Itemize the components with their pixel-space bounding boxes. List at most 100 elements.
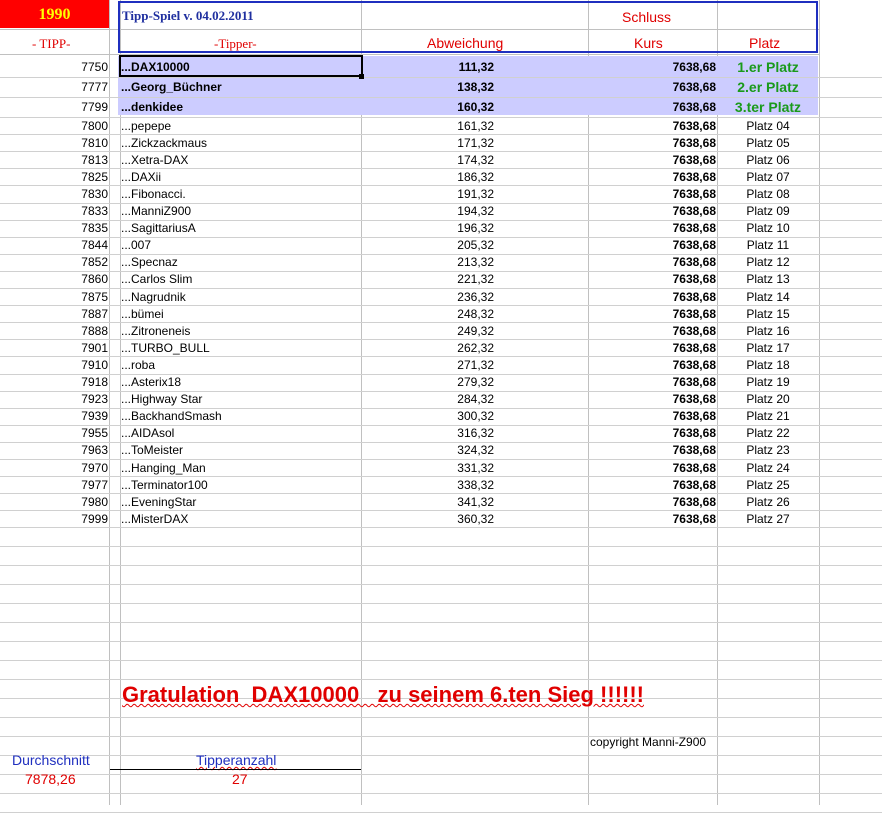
- table-row[interactable]: 7887 ...bümei 248,32 7638,68 Platz 15: [0, 305, 820, 322]
- platz-cell[interactable]: 1.er Platz: [718, 57, 818, 77]
- table-row[interactable]: 7999 ...MisterDAX 360,32 7638,68 Platz 27: [0, 510, 820, 527]
- platz-cell[interactable]: Platz 17: [718, 339, 818, 356]
- abweichung-cell[interactable]: 249,32: [362, 322, 494, 339]
- abweichung-cell[interactable]: 271,32: [362, 356, 494, 373]
- platz-cell[interactable]: Platz 10: [718, 220, 818, 237]
- platz-cell[interactable]: Platz 07: [718, 168, 818, 185]
- abweichung-cell[interactable]: 205,32: [362, 237, 494, 254]
- platz-cell[interactable]: Platz 22: [718, 425, 818, 442]
- table-row[interactable]: 7923 ...Highway Star 284,32 7638,68 Platz 20: [0, 391, 820, 408]
- tipp-cell[interactable]: 7970: [0, 459, 108, 476]
- tipper-name-cell[interactable]: ...Hanging_Man: [121, 459, 359, 476]
- platz-cell[interactable]: Platz 19: [718, 374, 818, 391]
- kurs-cell[interactable]: 7638,68: [590, 442, 716, 459]
- table-row[interactable]: 7970 ...Hanging_Man 331,32 7638,68 Platz 24: [0, 459, 820, 476]
- tipp-cell[interactable]: 7750: [0, 57, 108, 77]
- platz-cell[interactable]: Platz 14: [718, 288, 818, 305]
- table-row[interactable]: 7980 ...EveningStar 341,32 7638,68 Platz 26: [0, 493, 820, 510]
- tipp-cell[interactable]: 7939: [0, 408, 108, 425]
- abweichung-cell[interactable]: 171,32: [362, 134, 494, 151]
- abweichung-cell[interactable]: 236,32: [362, 288, 494, 305]
- kurs-cell[interactable]: 7638,68: [590, 288, 716, 305]
- platz-cell[interactable]: Platz 06: [718, 151, 818, 168]
- table-row[interactable]: 7830 ...Fibonacci. 191,32 7638,68 Platz 08: [0, 185, 820, 202]
- tipp-cell[interactable]: 7963: [0, 442, 108, 459]
- abweichung-cell[interactable]: 138,32: [362, 77, 494, 97]
- tipp-cell[interactable]: 7887: [0, 305, 108, 322]
- fill-handle[interactable]: [359, 74, 364, 79]
- copyright-note[interactable]: copyright Manni-Z900: [590, 735, 706, 749]
- kurs-cell[interactable]: 7638,68: [590, 117, 716, 134]
- abweichung-cell[interactable]: 191,32: [362, 185, 494, 202]
- abweichung-cell[interactable]: 338,32: [362, 476, 494, 493]
- platz-cell[interactable]: Platz 11: [718, 237, 818, 254]
- kurs-cell[interactable]: 7638,68: [590, 237, 716, 254]
- abweichung-cell[interactable]: 160,32: [362, 97, 494, 117]
- kurs-cell[interactable]: 7638,68: [590, 203, 716, 220]
- table-row[interactable]: 7813 ...Xetra-DAX 174,32 7638,68 Platz 06: [0, 151, 820, 168]
- platz-cell[interactable]: Platz 13: [718, 271, 818, 288]
- kurs-cell[interactable]: 7638,68: [590, 305, 716, 322]
- table-row[interactable]: 7918 ...Asterix18 279,32 7638,68 Platz 19: [0, 374, 820, 391]
- tipper-name-cell[interactable]: ...bümei: [121, 305, 359, 322]
- tipper-name-cell[interactable]: ...AIDAsol: [121, 425, 359, 442]
- abweichung-cell[interactable]: 300,32: [362, 408, 494, 425]
- platz-cell[interactable]: Platz 23: [718, 442, 818, 459]
- tipper-name-cell[interactable]: ...Asterix18: [121, 374, 359, 391]
- kurs-cell[interactable]: 7638,68: [590, 339, 716, 356]
- kurs-cell[interactable]: 7638,68: [590, 356, 716, 373]
- congratulation-text[interactable]: Gratulation DAX10000 zu seinem 6.ten Sie…: [122, 682, 644, 708]
- kurs-cell[interactable]: 7638,68: [590, 97, 716, 117]
- tipper-name-cell[interactable]: ...ManniZ900: [121, 203, 359, 220]
- abweichung-cell[interactable]: 262,32: [362, 339, 494, 356]
- kurs-cell[interactable]: 7638,68: [590, 151, 716, 168]
- tipper-name-cell[interactable]: ...Fibonacci.: [121, 185, 359, 202]
- tipperanzahl-label[interactable]: Tipperanzahl: [196, 752, 276, 768]
- abweichung-cell[interactable]: 194,32: [362, 203, 494, 220]
- kurs-cell[interactable]: 7638,68: [590, 476, 716, 493]
- tipp-cell[interactable]: 7844: [0, 237, 108, 254]
- platz-cell[interactable]: Platz 04: [718, 117, 818, 134]
- tipper-name-cell[interactable]: ...MisterDAX: [121, 510, 359, 527]
- tipper-name-cell[interactable]: ...TURBO_BULL: [121, 339, 359, 356]
- tipper-name-cell[interactable]: ...Georg_Büchner: [121, 77, 359, 97]
- schluss-label[interactable]: Schluss: [622, 9, 671, 25]
- tipper-name-cell[interactable]: ...Zickzackmaus: [121, 134, 359, 151]
- abweichung-cell[interactable]: 316,32: [362, 425, 494, 442]
- tipp-cell[interactable]: 7835: [0, 220, 108, 237]
- table-row[interactable]: 7955 ...AIDAsol 316,32 7638,68 Platz 22: [0, 425, 820, 442]
- kurs-cell[interactable]: 7638,68: [590, 134, 716, 151]
- table-row[interactable]: 7825 ...DAXii 186,32 7638,68 Platz 07: [0, 168, 820, 185]
- platz-cell[interactable]: 2.er Platz: [718, 77, 818, 97]
- table-row[interactable]: 7810 ...Zickzackmaus 171,32 7638,68 Platz 05: [0, 134, 820, 151]
- tipper-name-cell[interactable]: ...Nagrudnik: [121, 288, 359, 305]
- kurs-cell[interactable]: 7638,68: [590, 220, 716, 237]
- tipp-cell[interactable]: 7977: [0, 476, 108, 493]
- tipper-name-cell[interactable]: ...SagittariusA: [121, 220, 359, 237]
- abweichung-cell[interactable]: 213,32: [362, 254, 494, 271]
- tipper-name-cell[interactable]: ...ToMeister: [121, 442, 359, 459]
- table-row[interactable]: 7977 ...Terminator100 338,32 7638,68 Platz 2…: [0, 476, 820, 493]
- sheet-title[interactable]: Tipp-Spiel v. 04.02.2011: [122, 8, 254, 24]
- tipper-name-cell[interactable]: ...BackhandSmash: [121, 408, 359, 425]
- table-row[interactable]: 7835 ...SagittariusA 196,32 7638,68 Platz 10: [0, 220, 820, 237]
- platz-cell[interactable]: Platz 25: [718, 476, 818, 493]
- table-row[interactable]: 7875 ...Nagrudnik 236,32 7638,68 Platz 14: [0, 288, 820, 305]
- durchschnitt-label[interactable]: Durchschnitt: [12, 752, 90, 768]
- col-header-tipp[interactable]: - TIPP-: [32, 36, 70, 52]
- col-header-abweichung[interactable]: Abweichung: [427, 35, 503, 51]
- platz-cell[interactable]: Platz 15: [718, 305, 818, 322]
- platz-cell[interactable]: 3.ter Platz: [718, 97, 818, 117]
- abweichung-cell[interactable]: 111,32: [362, 57, 494, 77]
- tipper-name-cell[interactable]: ...Carlos Slim: [121, 271, 359, 288]
- platz-cell[interactable]: Platz 08: [718, 185, 818, 202]
- tipp-cell[interactable]: 7825: [0, 168, 108, 185]
- year-cell[interactable]: 1990: [0, 0, 109, 28]
- tipp-cell[interactable]: 7901: [0, 339, 108, 356]
- kurs-cell[interactable]: 7638,68: [590, 374, 716, 391]
- tipper-name-cell[interactable]: ...roba: [121, 356, 359, 373]
- tipp-cell[interactable]: 7875: [0, 288, 108, 305]
- platz-cell[interactable]: Platz 21: [718, 408, 818, 425]
- kurs-cell[interactable]: 7638,68: [590, 459, 716, 476]
- tipp-cell[interactable]: 7923: [0, 391, 108, 408]
